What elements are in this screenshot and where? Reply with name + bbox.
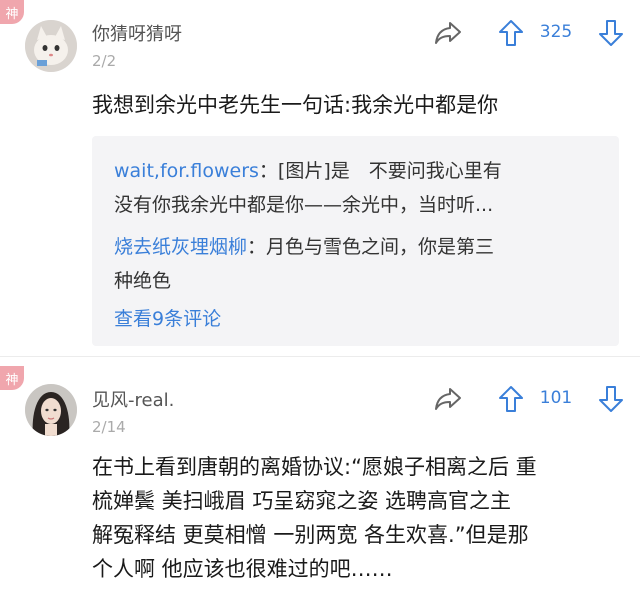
comment-text-line: 个人啊 他应该也很难过的吧…… xyxy=(92,557,393,581)
reply-text: 种绝色 xyxy=(114,270,172,292)
share-button[interactable] xyxy=(432,16,464,48)
upvote-arrow-icon xyxy=(499,20,523,46)
comment-post: 神 你猜呀猜呀 2/2 325 我想到余光中老先生一句话:我余光中都是你 wai… xyxy=(0,0,640,350)
reply-text: [图片]是 不要问我心里有 xyxy=(277,160,502,182)
view-more-replies-link[interactable]: 查看9条评论 xyxy=(114,304,221,331)
downvote-button[interactable] xyxy=(596,384,626,414)
share-arrow-icon xyxy=(435,388,461,410)
comment-post: 神 见风-real. 2/14 101 在书上看到唐朝的离婚协议:“愿娘子相离之… xyxy=(0,366,640,590)
reply-text: 月色与雪色之间，你是第三 xyxy=(266,236,495,258)
comment-text-line: 梳婵鬓 美扫峨眉 巧呈窈窕之姿 选聘高官之主 xyxy=(92,489,512,513)
username[interactable]: 你猜呀猜呀 xyxy=(92,20,182,46)
reply-text: 没有你我余光中都是你——余光中，当时听... xyxy=(114,194,494,216)
comment-text-line: 在书上看到唐朝的离婚协议:“愿娘子相离之后 重 xyxy=(92,455,537,479)
downvote-button[interactable] xyxy=(596,18,626,48)
god-comment-badge: 神 xyxy=(0,366,24,390)
upvote-count: 325 xyxy=(539,22,573,42)
share-arrow-icon xyxy=(435,22,461,44)
comment-text-line: 解冤释结 更莫相憎 一别两宽 各生欢喜.”但是那 xyxy=(92,523,529,547)
share-button[interactable] xyxy=(432,382,464,414)
reply-item: wait,for.flowers：[图片]是 不要问我心里有 没有你我余光中都是… xyxy=(114,154,604,222)
upvote-count: 101 xyxy=(539,388,573,408)
upvote-button[interactable] xyxy=(496,18,526,48)
avatar[interactable] xyxy=(25,20,77,72)
floor-number: 2/2 xyxy=(92,52,117,70)
reply-item: 烧去纸灰埋烟柳：月色与雪色之间，你是第三 种绝色 xyxy=(114,230,604,298)
reply-author[interactable]: 烧去纸灰埋烟柳 xyxy=(114,236,247,258)
divider xyxy=(0,356,640,357)
reply-separator: ： xyxy=(247,236,267,258)
reply-separator: ： xyxy=(258,160,278,182)
avatar[interactable] xyxy=(25,384,77,436)
floor-number: 2/14 xyxy=(92,418,126,436)
downvote-arrow-icon xyxy=(599,386,623,412)
comment-text: 我想到余光中老先生一句话:我余光中都是你 xyxy=(92,93,499,117)
reply-preview-box[interactable]: wait,for.flowers：[图片]是 不要问我心里有 没有你我余光中都是… xyxy=(92,136,619,346)
upvote-arrow-icon xyxy=(499,386,523,412)
god-comment-badge: 神 xyxy=(0,0,24,24)
username[interactable]: 见风-real. xyxy=(92,386,174,412)
comment-text: 在书上看到唐朝的离婚协议:“愿娘子相离之后 重 梳婵鬓 美扫峨眉 巧呈窈窕之姿 … xyxy=(92,450,622,586)
downvote-arrow-icon xyxy=(599,20,623,46)
upvote-button[interactable] xyxy=(496,384,526,414)
reply-author[interactable]: wait,for.flowers xyxy=(114,160,259,182)
